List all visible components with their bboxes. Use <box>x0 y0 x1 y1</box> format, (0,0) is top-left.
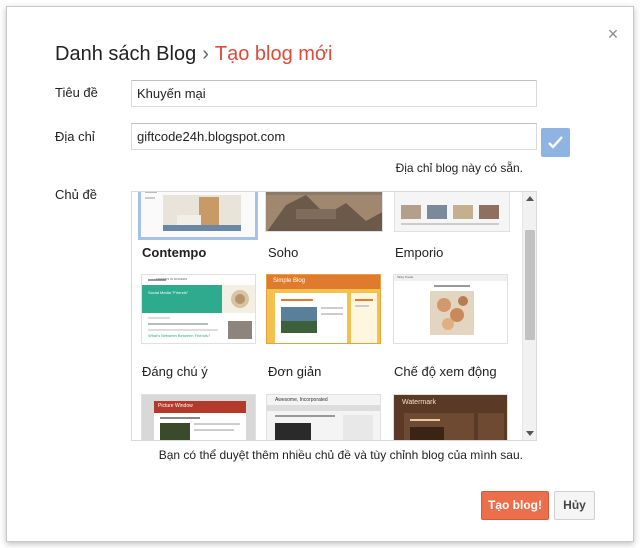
page-title: Danh sách Blog › Tạo blog mới <box>55 43 332 66</box>
address-status: Địa chỉ blog này có sẵn. <box>395 161 523 175</box>
notable-heading-text: Social Media "Friends" <box>148 290 189 295</box>
scrollbar-thumb[interactable] <box>525 230 535 340</box>
theme-thumb-simple[interactable]: Simple Blog <box>266 274 381 344</box>
theme-picker[interactable]: Contempo Soho Emporio FRIENDS IN MODERN … <box>131 191 537 441</box>
theme-label: Chủ đề <box>55 187 97 202</box>
theme-name-dynamic-views[interactable]: Chế độ xem động <box>394 364 497 379</box>
dynamic-thumb-title: Tasty Treats <box>397 275 414 279</box>
create-blog-dialog: × Danh sách Blog › Tạo blog mới Tiêu đề Kh… <box>6 6 634 542</box>
theme-thumb-emporio[interactable] <box>394 192 510 232</box>
theme-name-notable[interactable]: Đáng chú ý <box>142 364 208 379</box>
title-input[interactable]: Khuyến mại <box>131 80 537 107</box>
breadcrumb-current: Tạo blog mới <box>214 43 333 65</box>
theme-name-contempo[interactable]: Contempo <box>142 245 206 260</box>
cancel-button[interactable]: Hủy <box>554 491 595 520</box>
themes-scrollbar[interactable] <box>522 192 536 440</box>
theme-hint: Bạn có thể duyệt thêm nhiều chủ đề và tù… <box>158 448 523 462</box>
notable-brand-text: FRIENDS IN MODERN <box>156 277 188 281</box>
address-label: Địa chỉ <box>55 129 95 144</box>
arrow-up-icon[interactable] <box>526 196 534 201</box>
theme-thumb-watermark[interactable]: Watermark <box>393 394 508 440</box>
check-availability-button[interactable] <box>541 128 570 157</box>
title-label: Tiêu đề <box>55 85 98 100</box>
create-blog-button[interactable]: Tạo blog! <box>481 491 549 520</box>
theme-thumb-contempo[interactable] <box>138 192 258 240</box>
watermark-thumb-title: Watermark <box>402 399 436 406</box>
theme-name-emporio[interactable]: Emporio <box>395 245 443 260</box>
theme-thumb-awesome[interactable]: Awesome, Incorporated <box>266 394 381 440</box>
picture-window-thumb-title: Picture Window <box>158 403 193 409</box>
arrow-down-icon[interactable] <box>526 431 534 436</box>
theme-name-soho[interactable]: Soho <box>268 245 298 260</box>
address-input[interactable]: giftcode24h.blogspot.com <box>131 123 537 150</box>
close-icon[interactable]: × <box>605 25 621 43</box>
breadcrumb-parent[interactable]: Danh sách Blog <box>55 43 196 65</box>
theme-thumb-picture-window[interactable]: Picture Window <box>141 394 256 440</box>
theme-name-simple[interactable]: Đơn giản <box>268 364 321 379</box>
theme-thumb-soho[interactable] <box>265 192 383 232</box>
check-icon <box>548 136 563 149</box>
awesome-thumb-title: Awesome, Incorporated <box>275 397 328 403</box>
breadcrumb-separator: › <box>202 43 209 65</box>
notable-post-text: What's Between Between Friends? <box>148 333 211 338</box>
theme-thumb-dynamic-views[interactable]: Tasty Treats <box>393 274 508 344</box>
simple-thumb-title: Simple Blog <box>273 278 306 284</box>
theme-thumb-notable[interactable]: FRIENDS IN MODERN Social Media "Friends"… <box>141 274 256 344</box>
